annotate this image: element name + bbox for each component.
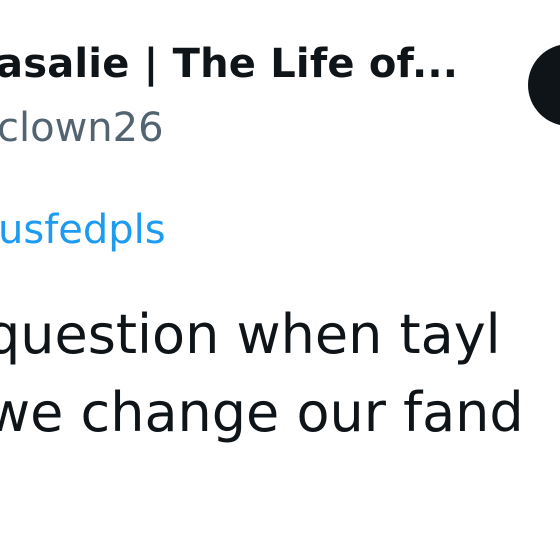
tweet-text-line-1: question when tayl [0,303,501,366]
tweet-text: question when tayl we change our fand [0,296,524,452]
author-display-name[interactable]: asalie | The Life of... [0,36,458,92]
reply-mention-link[interactable]: usfedpls [0,202,166,258]
tweet-text-line-2: we change our fand [0,381,524,444]
follow-button[interactable] [528,44,560,126]
author-handle[interactable]: clown26 [0,100,164,156]
tweet-screenshot: asalie | The Life of... clown26 usfedpls… [0,0,560,560]
